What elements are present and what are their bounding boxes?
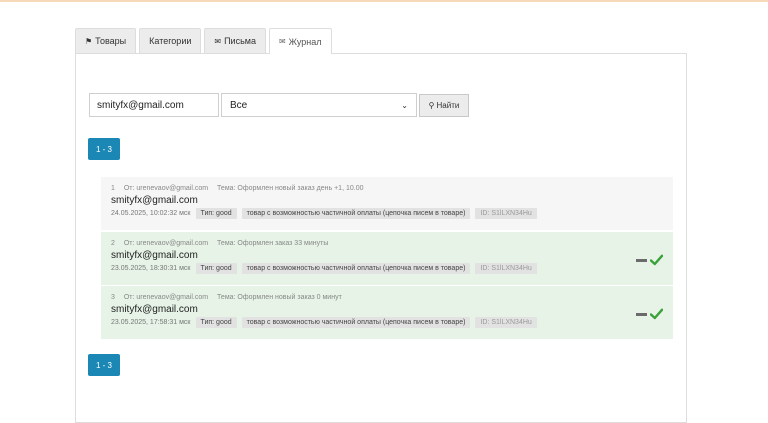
entry-status: [636, 308, 663, 320]
journal-entry: 2 От: urenevaov@gmail.com Тема: Оформлен…: [101, 232, 673, 285]
minus-icon: [636, 312, 647, 316]
journal-entry: 1 От: urenevaov@gmail.com Тема: Оформлен…: [101, 177, 673, 230]
entry-from: От: urenevaov@gmail.com: [123, 185, 209, 192]
entry-id-badge: ID: S1lLXN34Hu: [475, 317, 537, 328]
pagination-top[interactable]: 1 - 3: [88, 138, 120, 160]
top-border-line: [0, 0, 768, 2]
checkmark-icon: [650, 308, 663, 320]
entry-subject: Тема: Оформлен заказ 33 минуты: [217, 240, 329, 247]
entry-recipient: smityfx@gmail.com: [111, 250, 198, 261]
email-search-input[interactable]: [89, 93, 219, 117]
filter-select[interactable]: Все ⌄: [221, 93, 417, 117]
entry-details: 23.05.2025, 18:30:31 мск Тип: good товар…: [111, 263, 673, 274]
entry-number: 1: [111, 185, 115, 192]
entry-recipient: smityfx@gmail.com: [111, 195, 198, 206]
entry-date: 23.05.2025, 18:30:31 мск: [111, 265, 191, 272]
pagination-bottom[interactable]: 1 - 3: [88, 354, 120, 376]
entry-date: 23.05.2025, 17:58:31 мск: [111, 319, 191, 326]
entry-desc-badge: товар с возможностью частичной оплаты (ц…: [241, 317, 471, 328]
find-button-label: Найти: [436, 101, 460, 110]
entry-type-badge: Тип: good: [195, 208, 237, 219]
envelope-icon: ✉: [214, 36, 222, 46]
checkmark-icon: [650, 254, 663, 266]
entry-number: 3: [111, 294, 115, 301]
entry-desc-badge: товар с возможностью частичной оплаты (ц…: [241, 208, 471, 219]
tab-letters[interactable]: ✉ Письма: [204, 28, 266, 53]
pagination-label: 1 - 3: [95, 144, 112, 154]
entry-id-badge: ID: S1lLXN34Hu: [475, 208, 537, 219]
entry-meta: 3 От: urenevaov@gmail.com Тема: Оформлен…: [111, 294, 673, 301]
filter-select-value: Все: [230, 99, 248, 111]
entry-type-badge: Тип: good: [195, 317, 237, 328]
entry-id-badge: ID: S1lLXN34Hu: [475, 263, 537, 274]
entry-desc-badge: товар с возможностью частичной оплаты (ц…: [241, 263, 471, 274]
journal-entry: 3 От: urenevaov@gmail.com Тема: Оформлен…: [101, 286, 673, 339]
entry-status: [636, 254, 663, 266]
tab-bar: ⚑ Товары Категории ✉ Письма ✉ Журнал: [75, 28, 335, 54]
entry-details: 23.05.2025, 17:58:31 мск Тип: good товар…: [111, 317, 673, 328]
entry-from: От: urenevaov@gmail.com: [123, 294, 209, 301]
chevron-down-icon: ⌄: [401, 100, 408, 110]
entry-from: От: urenevaov@gmail.com: [123, 240, 209, 247]
tab-label: Категории: [149, 36, 192, 46]
entry-meta: 2 От: urenevaov@gmail.com Тема: Оформлен…: [111, 240, 673, 247]
tab-products[interactable]: ⚑ Товары: [75, 28, 137, 53]
entry-date: 24.05.2025, 10:02:32 мск: [111, 210, 191, 217]
entry-details: 24.05.2025, 10:02:32 мск Тип: good товар…: [111, 208, 673, 219]
find-button[interactable]: ⚲ Найти: [419, 94, 469, 117]
tab-label: Товары: [95, 36, 127, 46]
tab-label: Журнал: [288, 36, 322, 47]
search-icon: ⚲: [428, 101, 435, 110]
minus-icon: [636, 258, 647, 262]
tab-journal[interactable]: ✉ Журнал: [268, 28, 332, 54]
tag-icon: ⚑: [85, 36, 93, 46]
envelope-icon: ✉: [278, 37, 286, 46]
tab-categories[interactable]: Категории: [139, 28, 202, 53]
entry-subject: Тема: Оформлен новый заказ 0 минут: [217, 294, 342, 301]
entry-recipient: smityfx@gmail.com: [111, 304, 198, 315]
entry-subject: Тема: Оформлен новый заказ день +1, 10.0…: [217, 185, 364, 192]
pagination-label: 1 - 3: [95, 360, 112, 370]
entry-number: 2: [111, 240, 115, 247]
entry-type-badge: Тип: good: [195, 263, 237, 274]
tab-label: Письма: [224, 36, 256, 46]
entry-meta: 1 От: urenevaov@gmail.com Тема: Оформлен…: [111, 185, 673, 192]
